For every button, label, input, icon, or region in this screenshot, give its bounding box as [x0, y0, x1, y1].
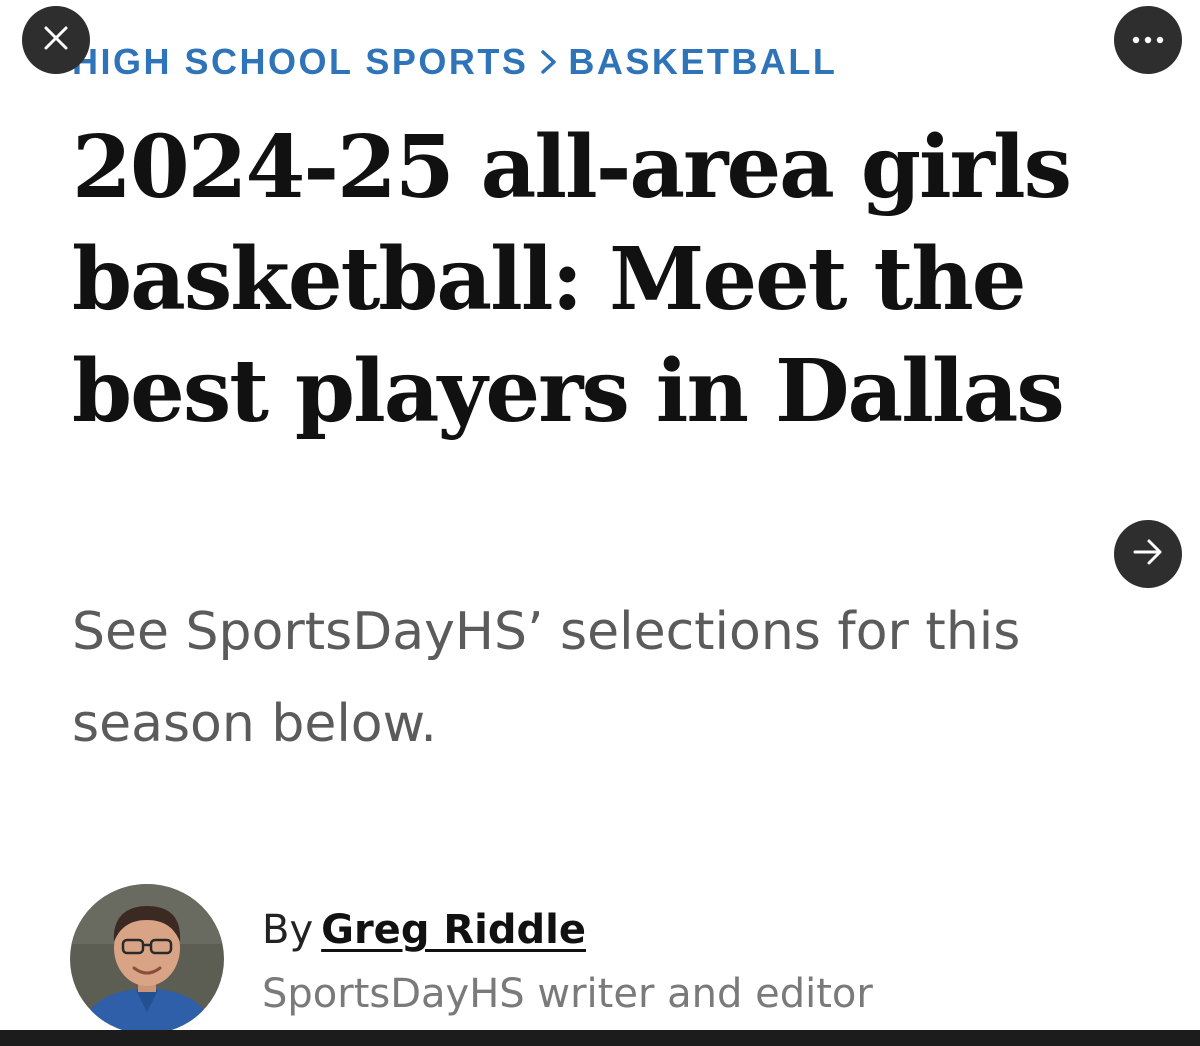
next-button[interactable] [1114, 520, 1182, 588]
author-role: SportsDayHS writer and editor [262, 971, 873, 1017]
byline-label: By [262, 907, 314, 953]
article-subheadline: See SportsDayHS’ selections for this sea… [72, 602, 1021, 754]
arrow-right-icon [1132, 538, 1164, 571]
author-avatar[interactable] [70, 884, 224, 1034]
breadcrumb-section-link[interactable]: HIGH SCHOOL SPORTS [72, 41, 528, 83]
chevron-right-icon [540, 49, 558, 75]
byline: By Greg Riddle [262, 904, 586, 956]
breadcrumb-subsection-link[interactable]: BASKETBALL [568, 41, 837, 83]
more-options-icon [1132, 31, 1164, 49]
bottom-bar [0, 1030, 1200, 1046]
close-icon [43, 25, 69, 56]
breadcrumb: HIGH SCHOOL SPORTS BASKETBALL [72, 40, 837, 84]
close-button[interactable] [22, 6, 90, 74]
more-options-button[interactable] [1114, 6, 1182, 74]
author-name-link[interactable]: Greg Riddle [321, 907, 586, 953]
article-headline: 2024-25 all-area girls basketball: Meet … [72, 117, 1072, 442]
